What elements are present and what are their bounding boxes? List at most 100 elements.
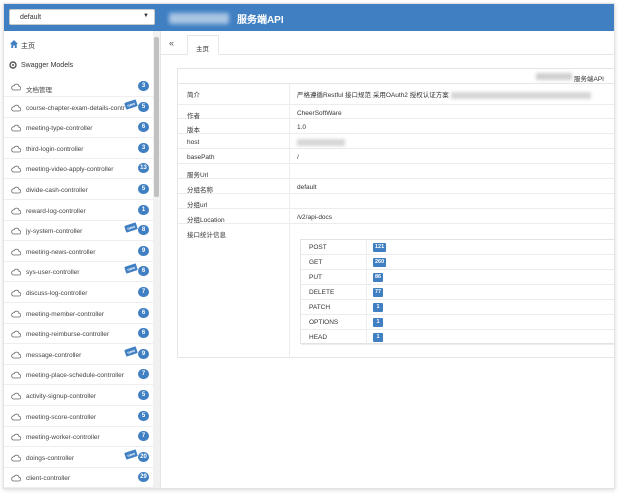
column-divider — [366, 285, 367, 299]
sidebar-item-controller[interactable]: meeting-video-apply-controller 13 — [4, 159, 153, 180]
app-brand: 服务端API — [169, 11, 284, 26]
info-value-text: CheerSoftWare — [297, 110, 342, 117]
count-badge: 7 — [138, 287, 149, 297]
double-chevron-left-icon[interactable]: « — [169, 38, 174, 48]
sidebar-item-home[interactable]: 主页 — [4, 38, 153, 52]
sidebar: 主页 Swagger Models 文档管理 3 course-chapter-ex… — [4, 31, 161, 488]
sidebar-item-controller[interactable]: third-login-controller 3 — [4, 139, 153, 159]
redacted-text — [297, 139, 345, 146]
api-stat-row: PUT 86 — [301, 270, 614, 285]
info-row: host — [178, 134, 614, 149]
info-row: 作者 CheerSoftWare — [178, 105, 614, 120]
sidebar-item-controller[interactable]: activity-signup-controller 5 — [4, 386, 153, 406]
cloud-icon — [11, 248, 21, 256]
count-badge: 7 — [138, 369, 149, 380]
cloud-icon — [11, 330, 21, 338]
sidebar-item-controller[interactable]: meeting-member-controller 6 — [4, 304, 153, 324]
cloud-icon — [11, 104, 21, 111]
http-method: OPTIONS — [309, 319, 339, 326]
sidebar-item-label: third-login-controller — [26, 145, 84, 153]
sidebar-item-controller[interactable]: 文档管理 3 — [4, 77, 153, 97]
sidebar-item-controller[interactable]: meeting-reimburse-controller 6 — [4, 324, 153, 345]
column-divider — [366, 255, 367, 269]
new-badge: new — [124, 222, 138, 233]
column-divider — [289, 134, 290, 148]
info-value-text: 严格遵循Restful 接口规范 采用OAuth2 授权认证方案 — [297, 92, 449, 99]
new-badge: new — [124, 263, 138, 275]
column-divider — [366, 240, 367, 254]
method-count-badge: 86 — [373, 273, 384, 282]
info-value — [297, 139, 345, 146]
column-divider — [289, 105, 290, 118]
sidebar-item-controller[interactable]: meeting-score-controller 5 — [4, 407, 153, 427]
cloud-icon — [11, 392, 21, 400]
sidebar-item-controller[interactable]: reward-log-controller 1 — [4, 201, 153, 221]
http-method: DELETE — [309, 289, 335, 296]
api-stat-row: POST 121 — [301, 240, 614, 255]
sidebar-scrollbar[interactable] — [153, 31, 160, 488]
cloud-icon — [11, 351, 21, 359]
sidebar-item-controller[interactable]: jy-system-controller new 8 — [4, 221, 153, 242]
info-row: basePath / — [178, 149, 614, 164]
sidebar-item-controller[interactable]: meeting-place-schedule-controller 7 — [4, 365, 153, 386]
count-badge: 3 — [138, 81, 149, 91]
column-divider — [289, 84, 290, 104]
count-badge: 6 — [138, 328, 149, 339]
sidebar-item-controller[interactable]: message-controller new 9 — [4, 345, 153, 365]
info-key: 版本 — [187, 127, 200, 134]
count-badge: 13 — [138, 163, 149, 174]
cloud-icon — [11, 310, 21, 317]
redacted-logo — [169, 13, 229, 24]
sidebar-item-controller[interactable]: divide-cash-controller 5 — [4, 180, 153, 200]
sidebar-item-label: doings-controller — [26, 454, 75, 462]
redacted-text — [450, 91, 591, 99]
info-panel-header: 服务端API — [178, 69, 614, 84]
cloud-icon — [11, 289, 21, 297]
sidebar-item-label: divide-cash-controller — [26, 187, 88, 194]
info-value: 1.0 — [297, 124, 306, 131]
sidebar-item-controller[interactable]: meeting-news-controller 9 — [4, 242, 153, 262]
sidebar-item-swagger-models[interactable]: Swagger Models — [4, 59, 153, 73]
sidebar-item-label: course-chapter-exam-details-contr — [26, 104, 125, 112]
api-stat-row: DELETE 77 — [301, 285, 614, 300]
column-divider — [289, 119, 290, 133]
http-method: POST — [309, 244, 327, 251]
tab-home[interactable]: 主页 — [187, 35, 219, 55]
app-window: default ▼ 服务端API 主页 Swagger Models 文档管理 3… — [3, 3, 615, 489]
info-row: 分组名称 default — [178, 179, 614, 194]
scrollbar-thumb[interactable] — [154, 37, 159, 197]
http-method: HEAD — [309, 334, 328, 341]
column-divider — [366, 270, 367, 284]
method-count-badge: 121 — [373, 243, 387, 252]
info-key: 接口统计信息 — [187, 232, 226, 239]
group-select[interactable]: default ▼ — [9, 9, 155, 25]
sidebar-item-controller[interactable]: meeting-worker-controller 7 — [4, 427, 153, 448]
info-panel: 服务端API 简介 严格遵循Restful 接口规范 采用OAuth2 授权认证方… — [177, 68, 614, 358]
sidebar-item-controller[interactable]: course-chapter-exam-details-contr new 5 — [4, 98, 153, 118]
info-value-text: default — [297, 184, 317, 191]
http-method: PATCH — [309, 304, 331, 311]
tab-bar: « 主页 — [161, 31, 614, 55]
info-value-text: /v2/api-docs — [297, 214, 333, 221]
cloud-icon — [11, 372, 21, 379]
group-select-value: default — [20, 14, 42, 21]
caret-down-icon: ▼ — [143, 13, 149, 19]
count-badge: 5 — [138, 184, 149, 194]
cloud-icon — [11, 207, 21, 214]
new-badge: new — [124, 346, 138, 357]
sidebar-item-controller[interactable]: doings-controller new 20 — [4, 448, 153, 468]
count-badge: 3 — [138, 142, 149, 153]
method-count-badge: 77 — [373, 288, 384, 297]
sidebar-item-controller[interactable]: meeting-type-controller 6 — [4, 118, 153, 139]
sidebar-item-label: 文档管理 — [26, 87, 52, 94]
cloud-icon — [11, 186, 21, 194]
cloud-icon — [11, 124, 21, 132]
column-divider — [289, 224, 290, 358]
info-key: 简介 — [187, 92, 200, 99]
sidebar-item-controller[interactable]: sys-user-controller new 6 — [4, 262, 153, 283]
http-method: GET — [309, 259, 323, 266]
column-divider — [366, 315, 367, 329]
sidebar-item-controller[interactable]: discuss-log-controller 7 — [4, 283, 153, 303]
sidebar-item-controller[interactable]: client-controller 29 — [4, 468, 153, 488]
method-count-badge: 1 — [373, 333, 383, 342]
